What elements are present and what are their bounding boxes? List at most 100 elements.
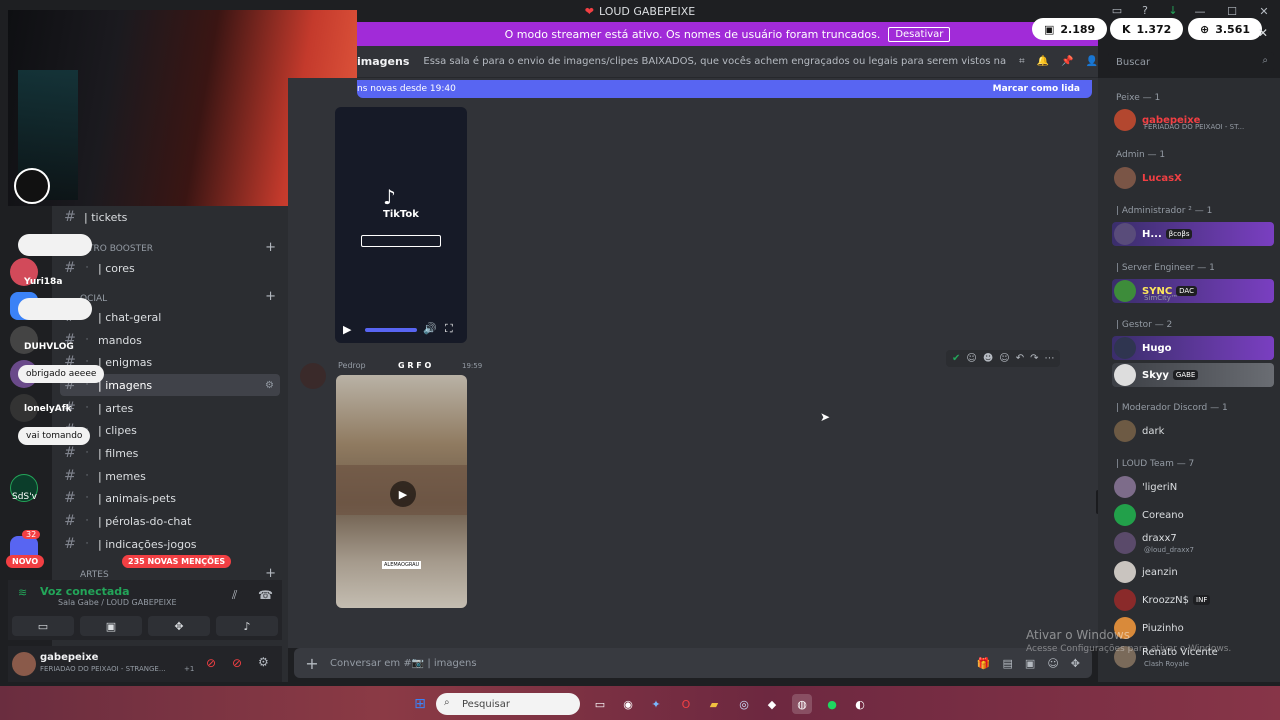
member-ligerin[interactable]: 'ligeriN: [1114, 475, 1274, 499]
channel-cores[interactable]: # · | cores: [60, 257, 280, 279]
more-icon[interactable]: ⋯: [1044, 353, 1054, 364]
search-icon: ⌕: [444, 697, 450, 708]
mentions-badge[interactable]: 235 NOVAS MENÇÕES: [122, 555, 232, 568]
video-caption: ALEMAOGRAU: [382, 561, 422, 569]
channel-perolas-do-chat[interactable]: # · | pérolas-do-chat: [60, 510, 280, 532]
emoji-icon[interactable]: ☺: [1047, 657, 1058, 670]
download-icon[interactable]: ↓: [1166, 3, 1180, 17]
member-kroozzn[interactable]: KroozzN$ INF: [1114, 588, 1274, 612]
disconnect-icon[interactable]: ☎: [258, 588, 273, 602]
add-channel-icon[interactable]: +: [265, 240, 276, 255]
channel-clipes[interactable]: #·| clipes: [60, 419, 280, 441]
gif-icon[interactable]: ▤: [1003, 657, 1013, 670]
member-jeanzin[interactable]: jeanzin: [1114, 560, 1274, 584]
member-coreano[interactable]: Coreano: [1114, 503, 1274, 527]
channel-topic[interactable]: Essa sala é para o envio de imagens/clip…: [423, 56, 1007, 67]
gift-icon[interactable]: 🎁: [977, 657, 991, 670]
windows-start-icon[interactable]: ⊞: [410, 694, 430, 714]
message-author[interactable]: Pedrop: [338, 361, 366, 370]
task-view-icon[interactable]: ▭: [590, 694, 610, 714]
channel-memes[interactable]: # · | memes: [60, 465, 280, 487]
reaction-emoji-icon[interactable]: ☻: [983, 353, 993, 364]
channel-comandos[interactable]: # · mandos: [60, 329, 280, 351]
copilot-icon[interactable]: ✦: [646, 694, 666, 714]
reaction-emoji-icon[interactable]: ☺: [966, 353, 976, 364]
camera-off-button[interactable]: ▭: [12, 616, 74, 636]
add-channel-icon[interactable]: +: [265, 566, 276, 581]
fullscreen-icon[interactable]: ⛶: [445, 322, 453, 336]
deafen-icon[interactable]: ⊘: [232, 656, 242, 670]
message-composer[interactable]: + Conversar em #📷 | imagens 🎁 ▤ ▣ ☺ ✥: [294, 648, 1092, 678]
add-reaction-icon[interactable]: ☺: [999, 353, 1009, 364]
member-piuzinho[interactable]: Piuzinho: [1114, 616, 1274, 640]
overlay-username: lonelyAfk: [24, 404, 72, 414]
app-icon[interactable]: ◉: [618, 694, 638, 714]
play-icon[interactable]: ▶: [343, 323, 351, 336]
volume-icon[interactable]: 🔊: [423, 322, 437, 335]
member-gabepeixe[interactable]: gabepeixe FERIADAO DO PEIXAOI - ST...: [1114, 108, 1274, 132]
bell-icon[interactable]: 🔔: [1037, 56, 1049, 67]
mark-read-button[interactable]: Marcar como lida: [993, 84, 1080, 94]
user-status: FERIADAO DO PEIXAOI - STRANGE...: [40, 665, 166, 673]
video-attachment[interactable]: ▶ ALEMAOGRAU: [336, 375, 467, 608]
avatar: [1114, 364, 1136, 386]
member-dark[interactable]: dark: [1114, 419, 1274, 443]
pin-icon[interactable]: 📌: [1061, 56, 1073, 67]
channel-indicacoes-jogos[interactable]: # · | indicações-jogos: [60, 533, 280, 555]
members-icon[interactable]: 👤: [1086, 56, 1098, 67]
threads-icon[interactable]: ⌗: [1019, 56, 1025, 67]
screen-share-button[interactable]: ▣: [80, 616, 142, 636]
channel-tickets[interactable]: # | tickets: [60, 206, 280, 228]
soundboard-button[interactable]: ♪: [216, 616, 278, 636]
reaction-check-icon[interactable]: ✔: [952, 353, 960, 364]
member-sync[interactable]: SYNC DAC SimCity™: [1114, 279, 1274, 303]
voice-location[interactable]: Sala Gabe / LOUD GABEPEIXE: [58, 598, 177, 607]
search-input[interactable]: Buscar ⌕: [1108, 52, 1274, 72]
avatar[interactable]: [12, 652, 36, 676]
discord-icon[interactable]: ◍: [792, 694, 812, 714]
disable-streamer-button[interactable]: Desativar: [888, 26, 951, 42]
apps-icon[interactable]: ✥: [1071, 657, 1080, 670]
channel-chat-geral[interactable]: #·| chat-geral: [60, 306, 280, 328]
taskbar: [0, 686, 1280, 720]
member-skyy[interactable]: Skyy GABE: [1114, 363, 1274, 387]
sticker-icon[interactable]: ▣: [1025, 657, 1035, 670]
channel-artes[interactable]: # · | artes: [60, 397, 280, 419]
volume-slider[interactable]: [365, 328, 417, 332]
attach-plus-icon[interactable]: +: [294, 654, 330, 673]
member-draxx7[interactable]: draxx7 @loud_draxx7: [1114, 531, 1274, 555]
obs-icon[interactable]: ◐: [850, 694, 870, 714]
noise-suppression-icon[interactable]: ⫽: [232, 588, 237, 603]
taskbar-search[interactable]: ⌕ Pesquisar: [436, 693, 580, 715]
app-icon[interactable]: ◆: [762, 694, 782, 714]
settings-gear-icon[interactable]: ⚙: [258, 655, 269, 669]
channel-emoji-icon: ·: [85, 335, 89, 345]
reply-icon[interactable]: ↶: [1016, 353, 1024, 364]
inbox-icon[interactable]: ▭: [1110, 3, 1124, 17]
new-messages-bar[interactable]: ns novas desde 19:40 Marcar como lida: [357, 80, 1092, 98]
category-artes[interactable]: ARTES: [80, 570, 109, 580]
member-lucasx[interactable]: LucasX: [1114, 166, 1274, 190]
spotify-icon[interactable]: ●: [822, 694, 842, 714]
invite-settings-icon[interactable]: ⚙: [265, 380, 274, 391]
help-icon[interactable]: ?: [1138, 3, 1152, 17]
category-booster[interactable]: TRO BOOSTER: [88, 244, 153, 254]
opera-icon[interactable]: O: [676, 694, 696, 714]
add-channel-icon[interactable]: +: [265, 289, 276, 304]
forward-icon[interactable]: ↷: [1030, 353, 1038, 364]
channel-animais-pets[interactable]: # · | animais-pets: [60, 487, 280, 509]
avatar[interactable]: [300, 363, 326, 389]
role-header: | Administrador ² — 1: [1116, 206, 1213, 216]
play-icon[interactable]: ▶: [390, 481, 416, 507]
member-hugo[interactable]: Hugo: [1114, 336, 1274, 360]
channel-header: imagens Essa sala é para o envio de imag…: [357, 46, 1098, 78]
steam-icon[interactable]: ◎: [734, 694, 754, 714]
channel-filmes[interactable]: # · | filmes: [60, 442, 280, 464]
close-banner-icon[interactable]: ✕: [1258, 26, 1268, 40]
folder-icon[interactable]: ▰: [704, 694, 724, 714]
hash-icon: #: [64, 209, 76, 225]
mute-icon[interactable]: ⊘: [206, 656, 216, 670]
member-h[interactable]: H... βcoβs: [1114, 222, 1274, 246]
tiktok-video-embed[interactable]: ♪ TikTok ▶ 🔊 ⛶: [335, 107, 467, 343]
activities-button[interactable]: ✥: [148, 616, 210, 636]
